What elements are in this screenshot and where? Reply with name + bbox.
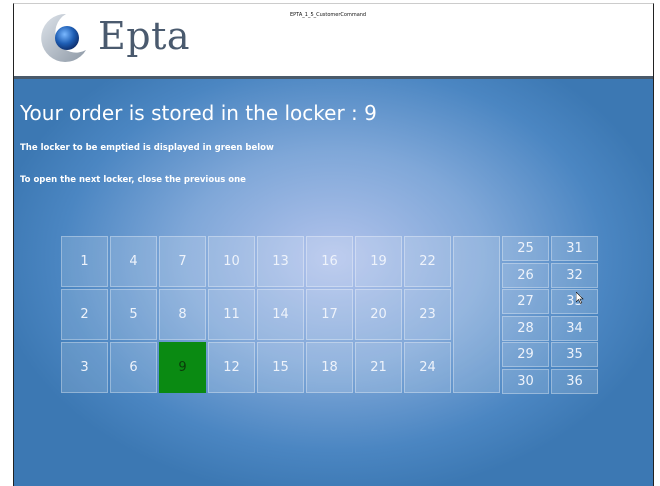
locker-27[interactable]: 27 (502, 289, 549, 314)
header-bar: Epta EPTA_1_5_CustomerCommand (14, 4, 653, 79)
locker-empty-column (453, 236, 500, 393)
instruction-next-locker: To open the next locker, close the previ… (20, 175, 246, 185)
brand-name: Epta (98, 14, 190, 58)
locker-31[interactable]: 31 (551, 236, 598, 261)
locker-21[interactable]: 21 (355, 342, 402, 393)
locker-14[interactable]: 14 (257, 289, 304, 340)
order-message-title: Your order is stored in the locker : 9 (20, 101, 377, 125)
locker-1[interactable]: 1 (61, 236, 108, 287)
locker-23[interactable]: 23 (404, 289, 451, 340)
locker-26[interactable]: 26 (502, 262, 549, 288)
locker-34[interactable]: 34 (551, 315, 598, 341)
locker-12[interactable]: 12 (208, 342, 255, 393)
locker-7[interactable]: 7 (159, 236, 206, 287)
locker-32[interactable]: 32 (551, 262, 598, 288)
locker-16[interactable]: 16 (306, 236, 353, 287)
locker-36[interactable]: 36 (551, 368, 598, 394)
locker-19[interactable]: 19 (355, 236, 402, 287)
locker-24[interactable]: 24 (404, 342, 451, 393)
locker-4[interactable]: 4 (110, 236, 157, 287)
locker-2[interactable]: 2 (61, 289, 108, 340)
locker-6[interactable]: 6 (110, 342, 157, 393)
locker-29[interactable]: 29 (502, 342, 549, 367)
locker-11[interactable]: 11 (208, 289, 255, 340)
window-caption: EPTA_1_5_CustomerCommand (290, 12, 367, 18)
locker-22[interactable]: 22 (404, 236, 451, 287)
locker-30[interactable]: 30 (502, 368, 549, 394)
locker-13[interactable]: 13 (257, 236, 304, 287)
locker-5[interactable]: 5 (110, 289, 157, 340)
locker-10[interactable]: 10 (208, 236, 255, 287)
locker-28[interactable]: 28 (502, 315, 549, 341)
locker-17[interactable]: 17 (306, 289, 353, 340)
epta-logo-icon (41, 13, 86, 62)
locker-8[interactable]: 8 (159, 289, 206, 340)
locker-35[interactable]: 35 (551, 342, 598, 367)
locker-9[interactable]: 9 (159, 342, 206, 393)
locker-15[interactable]: 15 (257, 342, 304, 393)
locker-25[interactable]: 25 (502, 236, 549, 261)
main-panel: Your order is stored in the locker : 9 T… (14, 79, 653, 486)
app-window: Epta EPTA_1_5_CustomerCommand Your order… (13, 3, 654, 486)
mouse-cursor-icon (576, 292, 584, 304)
locker-20[interactable]: 20 (355, 289, 402, 340)
instruction-green-locker: The locker to be emptied is displayed in… (20, 143, 274, 153)
locker-3[interactable]: 3 (61, 342, 108, 393)
locker-18[interactable]: 18 (306, 342, 353, 393)
locker-33[interactable]: 33 (551, 289, 598, 314)
